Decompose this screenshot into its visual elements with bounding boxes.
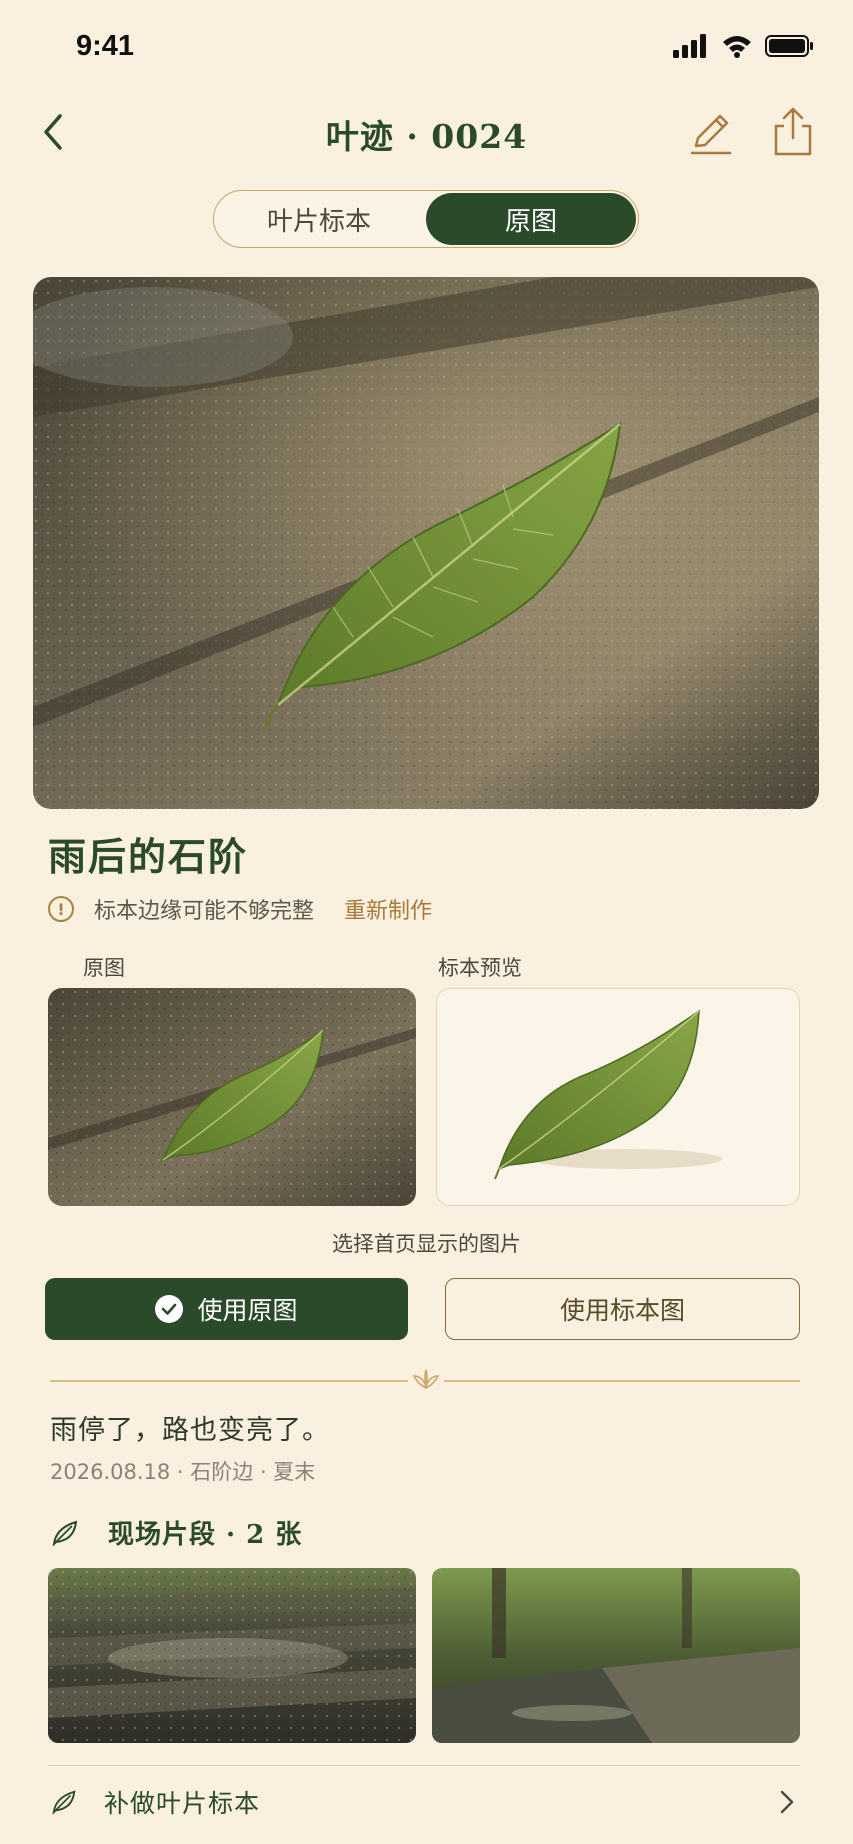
use-specimen-button[interactable]: 使用标本图 — [445, 1278, 800, 1340]
record-title: 雨后的石阶 — [48, 834, 249, 879]
use-original-label: 使用原图 — [197, 1296, 298, 1325]
use-specimen-label: 使用标本图 — [559, 1296, 685, 1325]
signal-icon — [673, 34, 706, 58]
leaf-icon — [52, 1520, 78, 1547]
clip-thumbnail[interactable] — [432, 1568, 800, 1743]
original-thumbnail-photo — [48, 988, 416, 1206]
note-text: 雨停了，路也变亮了。 — [50, 1415, 330, 1446]
use-original-button[interactable]: 使用原图 — [45, 1278, 408, 1340]
wet-steps-photo — [48, 1568, 416, 1743]
check-icon — [155, 1295, 184, 1323]
specimen-preview-photo — [494, 1009, 722, 1180]
original-label: 原图 — [83, 956, 125, 980]
sprout-ornament-icon — [408, 1366, 444, 1394]
warning-icon: ! — [48, 896, 74, 922]
puddle-path-photo — [432, 1568, 800, 1743]
warning-text: 标本边缘可能不够完整 — [94, 899, 315, 924]
tab-specimen[interactable]: 叶片标本 — [214, 191, 424, 247]
status-time: 9:41 — [76, 30, 135, 62]
leaf-icon — [52, 1790, 76, 1815]
clips-header: 现场片段 · 2 张 — [50, 1514, 302, 1551]
leaf-on-stone-photo — [33, 277, 819, 809]
status-icons — [673, 34, 815, 58]
make-specimen-label: 补做叶片标本 — [104, 1789, 261, 1818]
divider — [48, 1765, 800, 1766]
wifi-icon — [723, 36, 751, 58]
edge-warning: ! 标本边缘可能不够完整 重新制作 — [48, 893, 432, 925]
original-thumbnail[interactable] — [48, 988, 416, 1206]
tab-original[interactable]: 原图 — [426, 193, 636, 245]
specimen-thumbnail[interactable] — [436, 988, 800, 1206]
share-icon[interactable] — [770, 106, 816, 158]
redo-link[interactable]: 重新制作 — [344, 893, 432, 925]
specimen-preview-label: 标本预览 — [438, 956, 522, 980]
edit-icon[interactable] — [686, 108, 736, 158]
hero-photo[interactable] — [33, 277, 819, 809]
make-specimen-row[interactable]: 补做叶片标本 — [50, 1778, 800, 1826]
clips-title: 现场片段 · 2 张 — [108, 1520, 303, 1550]
view-segmented-control: 叶片标本 原图 — [213, 190, 639, 248]
chevron-right-icon — [780, 1790, 794, 1814]
note-meta: 2026.08.18 · 石阶边 · 夏末 — [50, 1460, 316, 1484]
clip-thumbnail[interactable] — [48, 1568, 416, 1743]
choose-display-label: 选择首页显示的图片 — [332, 1232, 521, 1256]
battery-icon — [765, 35, 813, 57]
